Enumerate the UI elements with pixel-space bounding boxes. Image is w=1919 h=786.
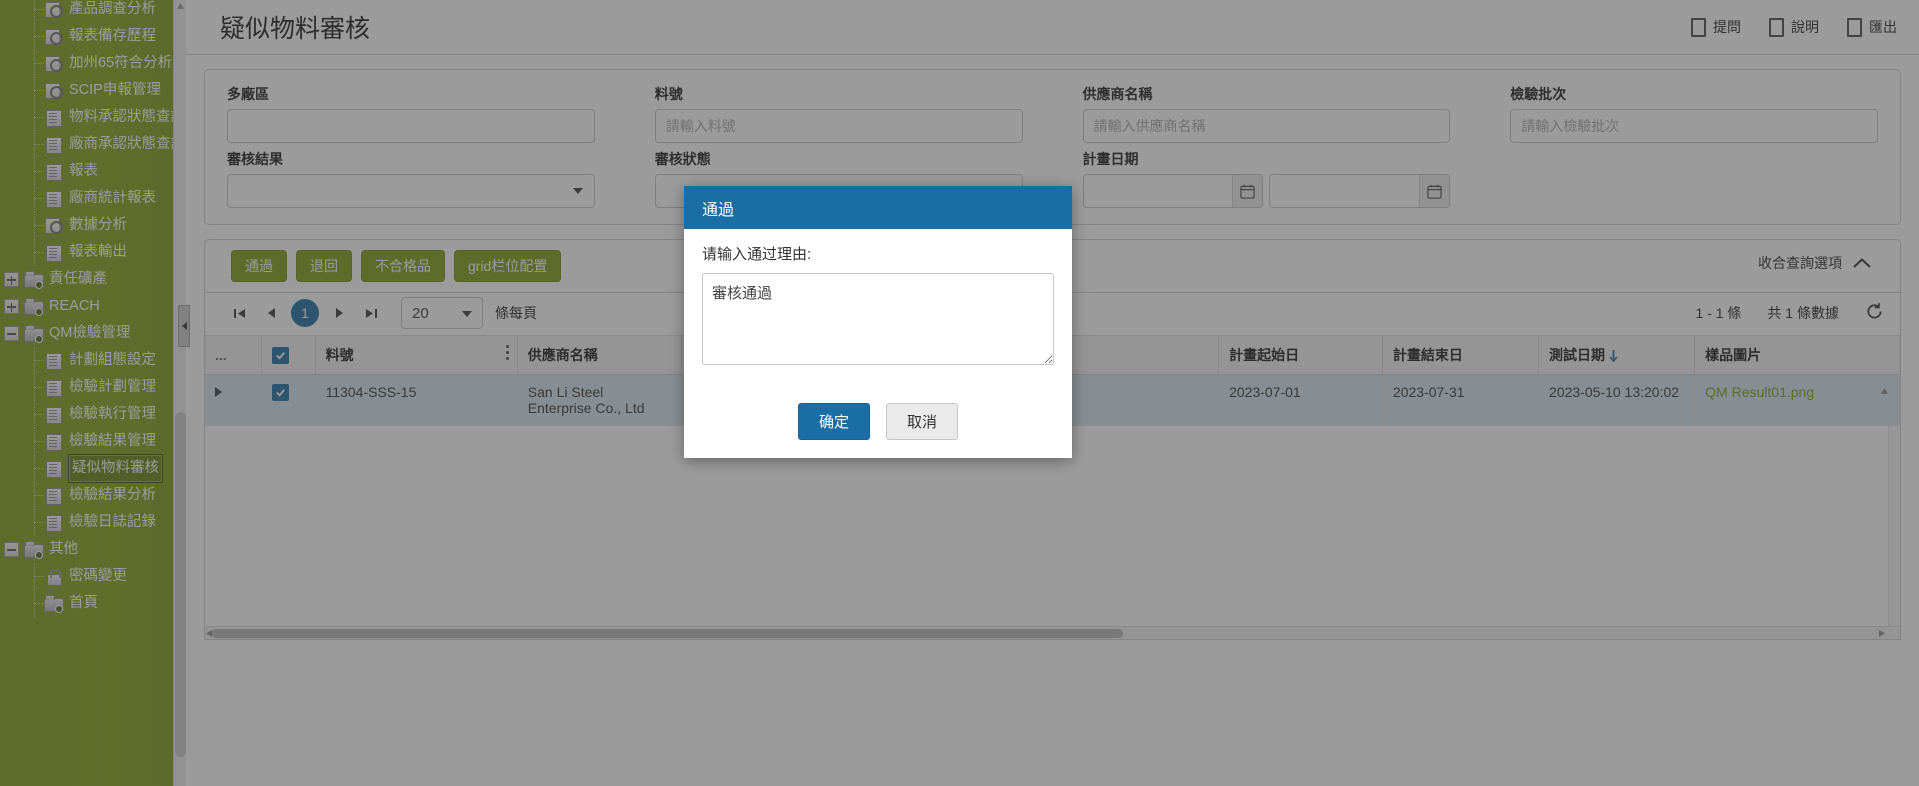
- modal-header: 通過: [684, 186, 1072, 229]
- modal-title: 通過: [702, 201, 735, 219]
- modal-cancel-button[interactable]: 取消: [886, 403, 959, 440]
- modal-confirm-button[interactable]: 确定: [797, 403, 870, 440]
- approval-modal: 通過 请输入通过理由: 确定 取消: [684, 186, 1072, 458]
- modal-body: 请输入通过理由:: [684, 229, 1072, 389]
- approval-reason-textarea[interactable]: [702, 273, 1054, 365]
- modal-footer: 确定 取消: [684, 389, 1072, 458]
- modal-prompt-label: 请输入通过理由:: [702, 246, 812, 263]
